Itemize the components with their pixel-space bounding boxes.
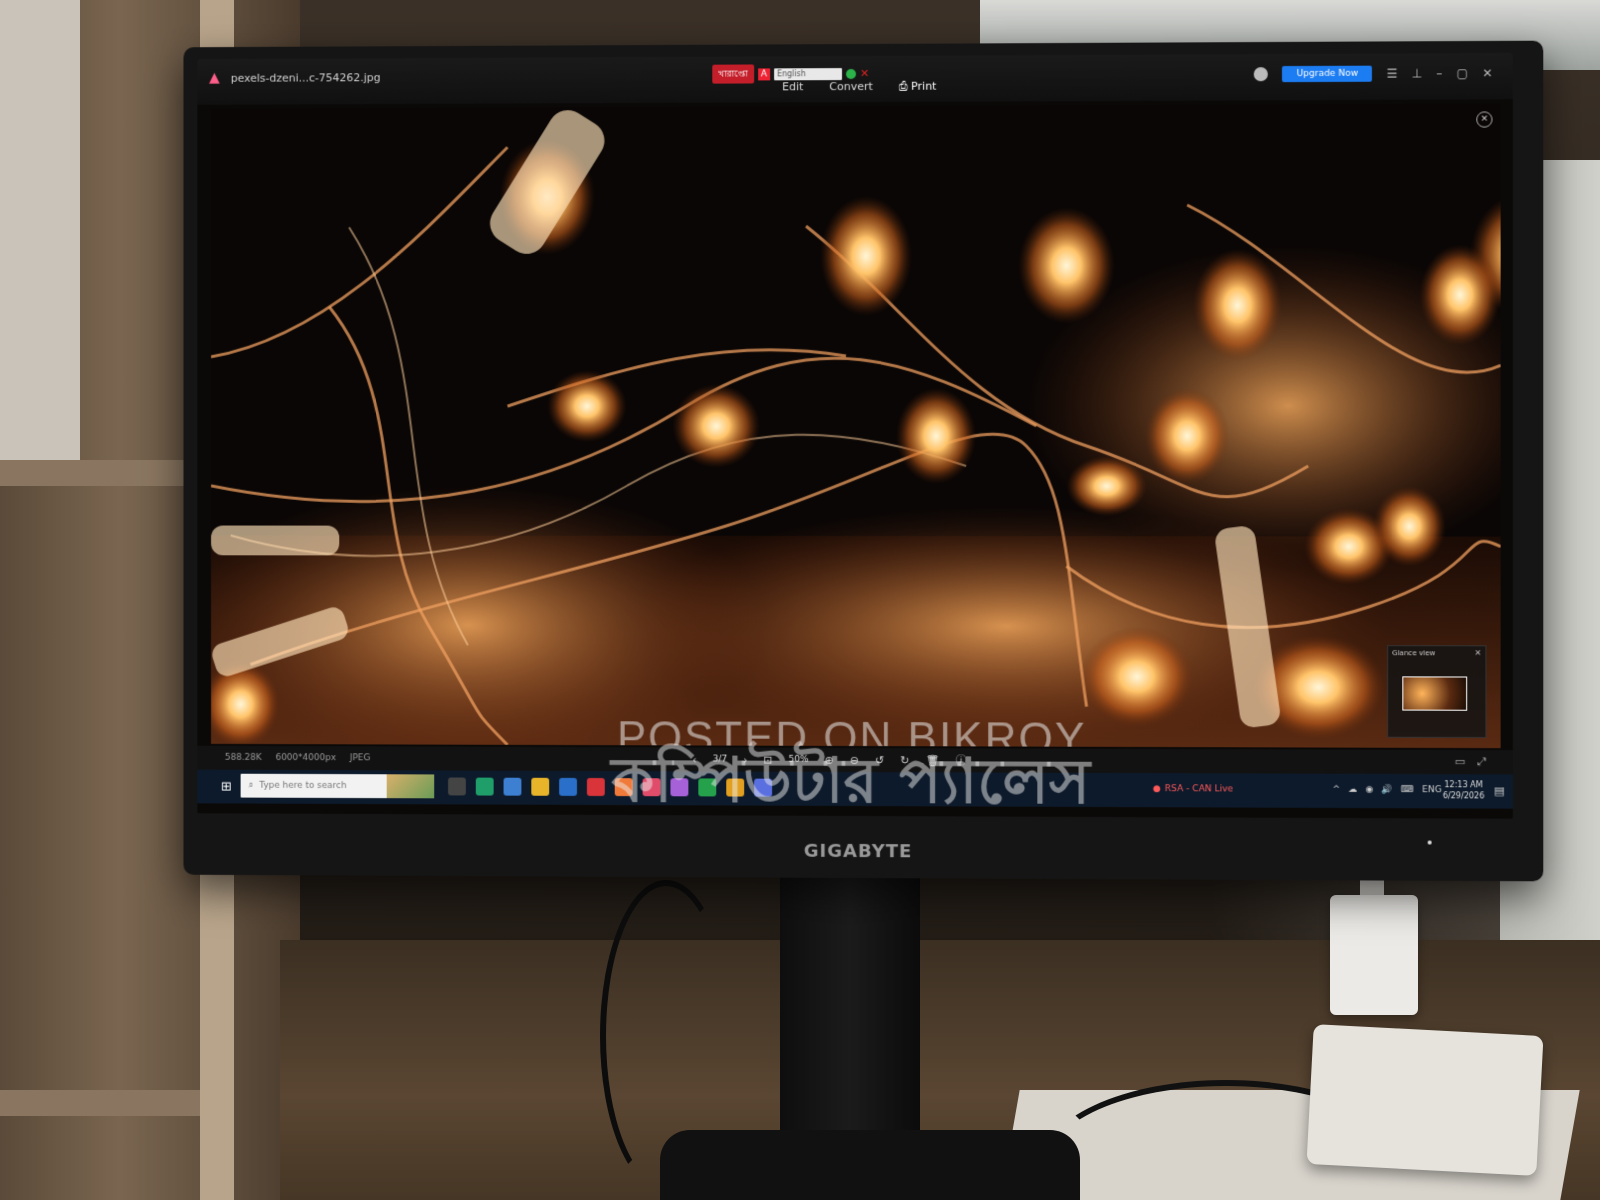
app-logo-icon: ▲ [209, 69, 220, 86]
monitor-brand-logo: GIGABYTE [803, 840, 913, 863]
menu-print-label: Print [911, 79, 937, 93]
viewer-menu: Edit Convert ⎙ Print [782, 80, 936, 95]
language-select[interactable]: English [773, 67, 842, 80]
photo-canvas[interactable]: ✕ Glance view ✕ POSTED ON BIKROY [211, 103, 1501, 749]
power-strip [1306, 1024, 1544, 1176]
avatar[interactable] [1254, 67, 1269, 82]
minimize-icon[interactable]: – [1436, 66, 1442, 80]
menu-print[interactable]: ⎙ Print [899, 80, 937, 94]
string-lights-photo [211, 103, 1501, 749]
close-icon[interactable]: ✕ [860, 67, 869, 80]
phone-charger [1330, 895, 1418, 1015]
pin-icon[interactable]: ⊥ [1412, 66, 1423, 80]
status-dot-icon [845, 68, 856, 79]
shelf-plank [0, 460, 200, 486]
file-name: pexels-dzeni...c-754262.jpg [230, 71, 381, 85]
window-close-icon[interactable]: ✕ [1482, 66, 1492, 80]
window-controls: Upgrade Now ☰ ⊥ – ▢ ✕ [1254, 65, 1493, 83]
glance-thumbnail[interactable] [1402, 676, 1468, 711]
monitor: ▲ pexels-dzeni...c-754262.jpg খারাপ্তো A… [183, 40, 1544, 882]
menu-edit[interactable]: Edit [782, 80, 803, 94]
power-led [1427, 840, 1432, 845]
monitor-stand [780, 870, 920, 1170]
upgrade-button[interactable]: Upgrade Now [1282, 65, 1373, 83]
shelf-plank [0, 1090, 200, 1116]
close-photo-icon[interactable]: ✕ [1476, 111, 1493, 128]
watermark-bangla: কম্পিউটার প্যালেস [611, 743, 1090, 818]
shelf-panel [0, 0, 80, 480]
glance-view-title: Glance view [1392, 649, 1436, 658]
pdf-icon[interactable]: A [757, 67, 771, 80]
viewer-titlebar: ▲ pexels-dzeni...c-754262.jpg খারাপ্তো A… [197, 52, 1513, 105]
hamburger-menu-icon[interactable]: ☰ [1386, 67, 1397, 81]
maximize-icon[interactable]: ▢ [1457, 66, 1469, 80]
glance-close-icon[interactable]: ✕ [1475, 648, 1482, 657]
menu-convert[interactable]: Convert [829, 80, 872, 94]
monitor-screen: ▲ pexels-dzeni...c-754262.jpg খারাপ্তো A… [197, 52, 1513, 819]
monitor-stand-base [660, 1130, 1080, 1200]
bangla-keyboard-chip[interactable]: খারাপ্তো [712, 64, 754, 84]
